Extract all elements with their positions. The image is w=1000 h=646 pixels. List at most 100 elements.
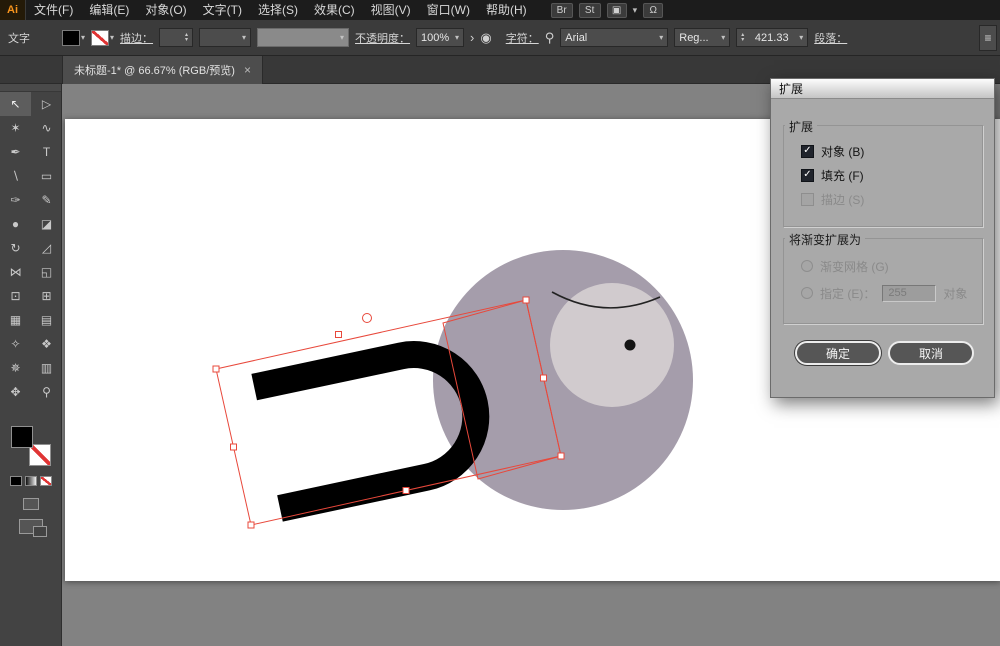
none-button[interactable] — [40, 476, 52, 486]
fill-color-swatch[interactable] — [62, 30, 80, 46]
gradient-mesh-radio-row: 渐变网格 (G) — [801, 258, 889, 274]
gradient-mesh-radio — [801, 260, 813, 272]
tool-scale[interactable]: ◿ — [31, 236, 62, 260]
font-size-stepper[interactable]: ▴▾ 421.33 ▾ — [736, 28, 808, 47]
dialog-title: 扩展 — [779, 80, 803, 97]
selection-handle[interactable] — [541, 375, 547, 381]
tool-selection[interactable]: ↖ — [0, 92, 31, 116]
panel-menu-icon[interactable]: ≡ — [979, 25, 997, 51]
menu-help[interactable]: 帮助(H) — [478, 0, 535, 20]
opacity-value: 100% — [421, 32, 449, 44]
tool-pencil[interactable]: ✎ — [31, 188, 62, 212]
workspace-icon[interactable]: Ω — [643, 3, 663, 18]
tool-pen[interactable]: ✒ — [0, 140, 31, 164]
context-label: 文字 — [8, 30, 30, 46]
opacity-dropdown[interactable]: 100% ▾ — [416, 28, 464, 47]
character-pupil[interactable] — [625, 340, 636, 351]
stock-button[interactable]: St — [579, 3, 601, 18]
check-icon: ✓ — [803, 170, 811, 180]
tool-paintbrush[interactable]: ✑ — [0, 188, 31, 212]
selection-handle[interactable] — [523, 297, 529, 303]
tool-rectangle[interactable]: ▭ — [31, 164, 62, 188]
character-label[interactable]: 字符： — [506, 30, 539, 46]
tool-perspective-grid[interactable]: ⊞ — [31, 284, 62, 308]
stepper-arrows-icon[interactable]: ▴▾ — [741, 33, 744, 43]
tool-eraser[interactable]: ◪ — [31, 212, 62, 236]
tool-eyedropper[interactable]: ✧ — [0, 332, 31, 356]
cancel-button[interactable]: 取消 — [888, 341, 974, 365]
font-style-dropdown[interactable]: Reg... ▾ — [674, 28, 730, 47]
stroke-label[interactable]: 描边： — [120, 30, 153, 46]
tool-hand[interactable]: ✥ — [0, 380, 31, 404]
tool-mesh[interactable]: ▦ — [0, 308, 31, 332]
panel-grip[interactable] — [0, 84, 61, 92]
tool-gradient[interactable]: ▤ — [31, 308, 62, 332]
tool-type[interactable]: T — [31, 140, 62, 164]
dialog-titlebar[interactable]: 扩展 — [771, 79, 994, 99]
stroke-color-swatch[interactable] — [91, 30, 109, 46]
chevron-down-icon: ▾ — [242, 33, 246, 42]
menu-effect[interactable]: 效果(C) — [306, 0, 363, 20]
font-family-dropdown[interactable]: Arial ▾ — [560, 28, 668, 47]
menu-type[interactable]: 文字(T) — [195, 0, 250, 20]
arrange-documents-icon[interactable]: ▣ — [607, 3, 627, 18]
tool-rotate[interactable]: ↻ — [0, 236, 31, 260]
tool-zoom[interactable]: ⚲ — [31, 380, 62, 404]
paragraph-label[interactable]: 段落： — [814, 30, 847, 46]
menu-window[interactable]: 窗口(W) — [419, 0, 478, 20]
menu-view[interactable]: 视图(V) — [363, 0, 419, 20]
menu-file[interactable]: 文件(F) — [26, 0, 81, 20]
tool-symbol-sprayer[interactable]: ✵ — [0, 356, 31, 380]
selection-handle[interactable] — [248, 522, 254, 528]
tools-panel: ↖ ▷ ✶ ∿ ✒ T ∖ ▭ ✑ ✎ ● ◪ ↻ ◿ ⋈ ◱ ⊡ ⊞ ▦ ▤ … — [0, 84, 62, 646]
tool-column-graph[interactable]: ▥ — [31, 356, 62, 380]
tool-line-segment[interactable]: ∖ — [0, 164, 31, 188]
chevron-right-icon[interactable]: › — [470, 30, 474, 45]
chevron-down-icon[interactable]: ▾ — [81, 33, 85, 42]
stroke-checkbox — [801, 193, 814, 206]
opacity-label[interactable]: 不透明度： — [355, 30, 410, 46]
drawing-mode-icon[interactable] — [23, 498, 39, 510]
character-eye-circle[interactable] — [550, 283, 674, 407]
ok-button[interactable]: 确定 — [795, 341, 881, 365]
selection-handle[interactable] — [231, 444, 237, 450]
tool-lasso[interactable]: ∿ — [31, 116, 62, 140]
object-checkbox[interactable]: ✓ — [801, 145, 814, 158]
stroke-weight-dropdown[interactable]: ▾ — [199, 28, 251, 47]
menubar: Ai 文件(F) 编辑(E) 对象(O) 文字(T) 选择(S) 效果(C) 视… — [0, 0, 1000, 20]
selection-handle[interactable] — [213, 366, 219, 372]
chevron-down-icon: ▾ — [799, 33, 803, 42]
screen-mode-row — [0, 498, 61, 534]
fill-swatch[interactable] — [11, 426, 33, 448]
change-screen-mode-icon[interactable] — [19, 519, 43, 534]
tool-free-transform[interactable]: ◱ — [31, 260, 62, 284]
tool-blob-brush[interactable]: ● — [0, 212, 31, 236]
tool-blend[interactable]: ❖ — [31, 332, 62, 356]
document-tab[interactable]: 未标题-1* @ 66.67% (RGB/预览) × — [62, 56, 263, 84]
menu-object[interactable]: 对象(O) — [137, 0, 194, 20]
tool-magic-wand[interactable]: ✶ — [0, 116, 31, 140]
document-tab-title: 未标题-1* @ 66.67% (RGB/预览) — [74, 62, 235, 78]
selection-handle[interactable] — [336, 332, 342, 338]
rotate-handle[interactable] — [363, 314, 372, 323]
tool-direct-selection[interactable]: ▷ — [31, 92, 62, 116]
bridge-button[interactable]: Br — [551, 3, 573, 18]
menu-edit[interactable]: 编辑(E) — [81, 0, 137, 20]
fill-checkbox[interactable]: ✓ — [801, 169, 814, 182]
selection-handle[interactable] — [558, 453, 564, 459]
color-button[interactable] — [10, 476, 22, 486]
tool-shape-builder[interactable]: ⊡ — [0, 284, 31, 308]
tool-width[interactable]: ⋈ — [0, 260, 31, 284]
stepper-arrows-icon[interactable]: ▴▾ — [185, 33, 188, 43]
gradient-button[interactable] — [25, 476, 37, 486]
close-icon[interactable]: × — [244, 63, 251, 77]
selection-handle[interactable] — [403, 488, 409, 494]
check-icon: ✓ — [803, 146, 811, 156]
recolor-artwork-icon[interactable]: ◉ — [480, 30, 491, 46]
chevron-down-icon[interactable]: ▾ — [633, 5, 638, 16]
chevron-down-icon[interactable]: ▾ — [110, 33, 114, 42]
font-search-icon[interactable]: ⚲ — [545, 30, 555, 46]
menu-select[interactable]: 选择(S) — [250, 0, 306, 20]
stroke-weight-stepper[interactable]: ▴▾ — [159, 28, 193, 47]
font-size-value: 421.33 — [755, 32, 789, 44]
